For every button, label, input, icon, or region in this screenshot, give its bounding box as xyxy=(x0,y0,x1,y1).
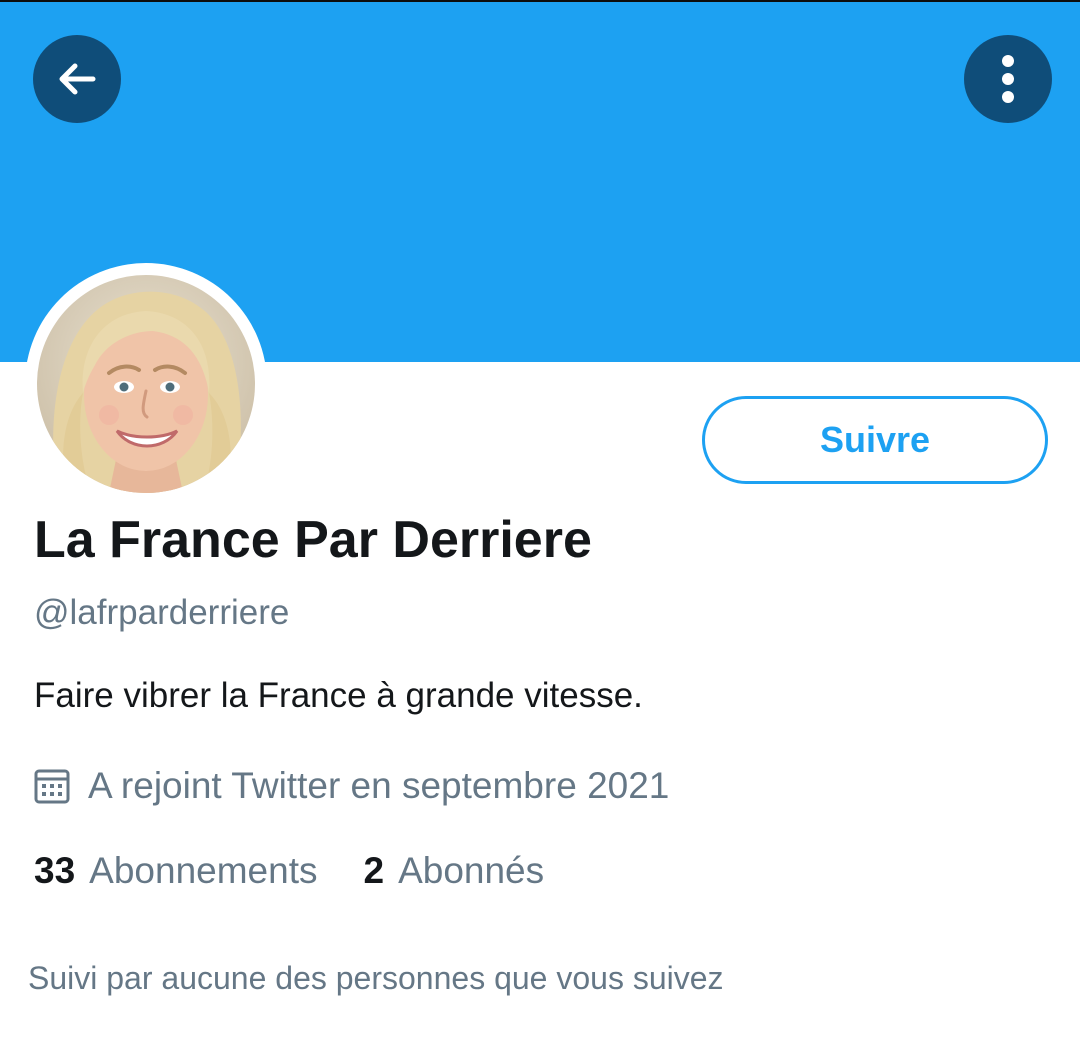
calendar-icon xyxy=(34,768,70,804)
arrow-left-icon xyxy=(53,55,101,103)
followed-by-text: Suivi par aucune des personnes que vous … xyxy=(28,960,724,996)
more-options-button[interactable] xyxy=(964,35,1052,123)
followers-count-link[interactable]: 2 Abonnés xyxy=(363,850,544,892)
following-count: 33 xyxy=(34,850,76,891)
follow-button[interactable]: Suivre xyxy=(702,396,1048,484)
following-count-link[interactable]: 33 Abonnements xyxy=(34,850,317,892)
followers-label: Abonnés xyxy=(398,850,545,891)
followers-count: 2 xyxy=(363,850,385,891)
following-label: Abonnements xyxy=(89,850,318,891)
profile-page: Suivre La France Par Derriere @lafrparde… xyxy=(0,0,1080,1062)
profile-stats: 33 Abonnements 2 Abonnés xyxy=(34,850,544,892)
more-vertical-icon xyxy=(998,53,1018,105)
avatar[interactable] xyxy=(25,263,267,505)
profile-bio: Faire vibrer la France à grande vitesse. xyxy=(34,676,643,715)
join-date: A rejoint Twitter en septembre 2021 xyxy=(34,764,669,808)
avatar-image xyxy=(37,275,255,493)
profile-display-name: La France Par Derriere xyxy=(34,511,592,569)
profile-handle: @lafrparderriere xyxy=(34,593,290,632)
back-button[interactable] xyxy=(33,35,121,123)
join-date-text: A rejoint Twitter en septembre 2021 xyxy=(88,765,670,806)
